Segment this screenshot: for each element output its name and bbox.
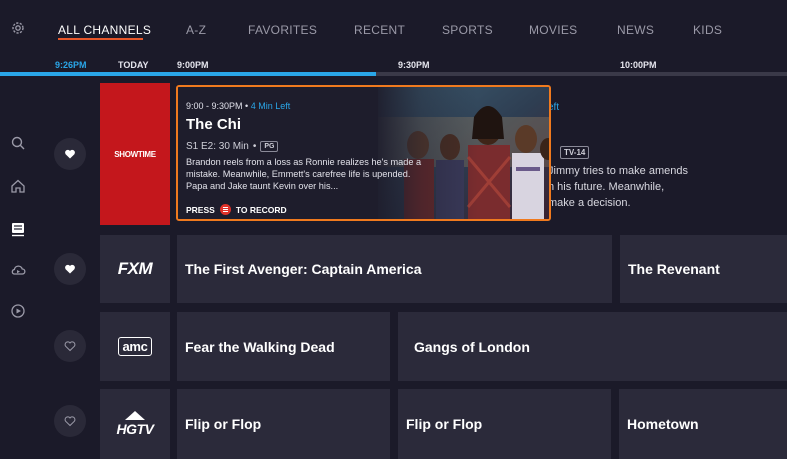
time-slot: 9:30PM xyxy=(398,60,430,70)
tab-movies[interactable]: MOVIES xyxy=(529,23,577,37)
tab-favorites[interactable]: FAVORITES xyxy=(248,23,317,37)
program-time-left: 4 Min Left xyxy=(250,101,291,111)
amc-logo-text: amc xyxy=(118,337,152,356)
showtime-logo-text: SHOWTIME xyxy=(114,149,156,159)
tab-kids[interactable]: KIDS xyxy=(693,23,722,37)
cloud-dvr-icon[interactable] xyxy=(8,260,28,280)
heart-outline-icon xyxy=(64,341,76,352)
category-tabs: ALL CHANNELS A-Z FAVORITES RECENT SPORTS… xyxy=(0,0,787,58)
tab-news[interactable]: NEWS xyxy=(617,23,654,37)
tab-sports[interactable]: SPORTS xyxy=(442,23,493,37)
rating-badge: PG xyxy=(260,141,279,152)
record-hint-suffix: TO RECORD xyxy=(235,204,287,215)
tab-recent[interactable]: RECENT xyxy=(354,23,405,37)
guide-icon[interactable] xyxy=(8,219,28,239)
menu-button-icon xyxy=(219,204,231,215)
tab-all-channels[interactable]: ALL CHANNELS xyxy=(58,23,151,37)
channel-logo-amc[interactable]: amc xyxy=(100,312,170,381)
tab-a-z[interactable]: A-Z xyxy=(186,23,206,37)
program-cell[interactable]: The Revenant xyxy=(620,235,787,303)
hgtv-logo-text: HGTV xyxy=(116,421,154,437)
program-cell[interactable]: Gangs of London xyxy=(398,312,787,381)
current-time: 9:26PM xyxy=(55,60,87,70)
time-slot: 10:00PM xyxy=(620,60,657,70)
favorite-button[interactable] xyxy=(54,405,86,437)
heart-outline-icon xyxy=(64,416,76,427)
favorite-button[interactable] xyxy=(54,253,86,285)
channel-logo-showtime[interactable]: SHOWTIME xyxy=(100,83,170,225)
fxm-logo-text: FXM xyxy=(117,259,153,278)
program-cell[interactable]: The First Avenger: Captain America xyxy=(177,235,612,303)
favorite-button[interactable] xyxy=(54,138,86,170)
bg-description-line: make a decision. xyxy=(548,197,631,209)
program-time-range: 9:00 - 9:30PM xyxy=(186,101,243,111)
favorite-button[interactable] xyxy=(54,330,86,362)
channel-logo-fxm[interactable]: FXM xyxy=(100,235,170,303)
bg-description-line: Jimmy tries to make amends xyxy=(548,165,688,177)
program-time: 9:00 - 9:30PM • 4 Min Left xyxy=(186,101,291,111)
home-icon[interactable] xyxy=(8,176,28,196)
meta-separator: • xyxy=(252,141,257,152)
program-description: Brandon reels from a loss as Ronnie real… xyxy=(186,157,422,191)
house-roof-icon xyxy=(125,411,145,420)
heart-filled-icon xyxy=(65,149,75,159)
active-tab-indicator xyxy=(58,38,143,40)
program-cell[interactable]: Flip or Flop xyxy=(177,389,390,459)
program-cell[interactable]: Hometown xyxy=(619,389,787,459)
program-cell[interactable]: Flip or Flop xyxy=(398,389,611,459)
search-icon[interactable] xyxy=(8,133,28,153)
program-title: The Chi xyxy=(186,116,241,133)
time-slot: 9:00PM xyxy=(177,60,209,70)
timeline-progress xyxy=(0,72,376,76)
bg-rating-badge: TV-14 xyxy=(560,146,590,159)
episode-info: S1 E2: 30 Min xyxy=(186,141,249,152)
record-hint-prefix: PRESS xyxy=(186,204,215,215)
program-meta: S1 E2: 30 Min • PG xyxy=(186,141,279,152)
play-icon[interactable] xyxy=(8,301,28,321)
program-cell[interactable]: Fear the Walking Dead xyxy=(177,312,390,381)
record-hint: PRESS TO RECORD xyxy=(186,204,287,215)
channel-logo-hgtv[interactable]: HGTV xyxy=(100,389,170,459)
today-label: TODAY xyxy=(118,60,149,70)
bg-description-line: n his future. Meanwhile, xyxy=(548,181,665,193)
heart-filled-icon xyxy=(65,264,75,274)
program-detail-card[interactable]: 9:00 - 9:30PM • 4 Min Left The Chi S1 E2… xyxy=(176,85,551,221)
